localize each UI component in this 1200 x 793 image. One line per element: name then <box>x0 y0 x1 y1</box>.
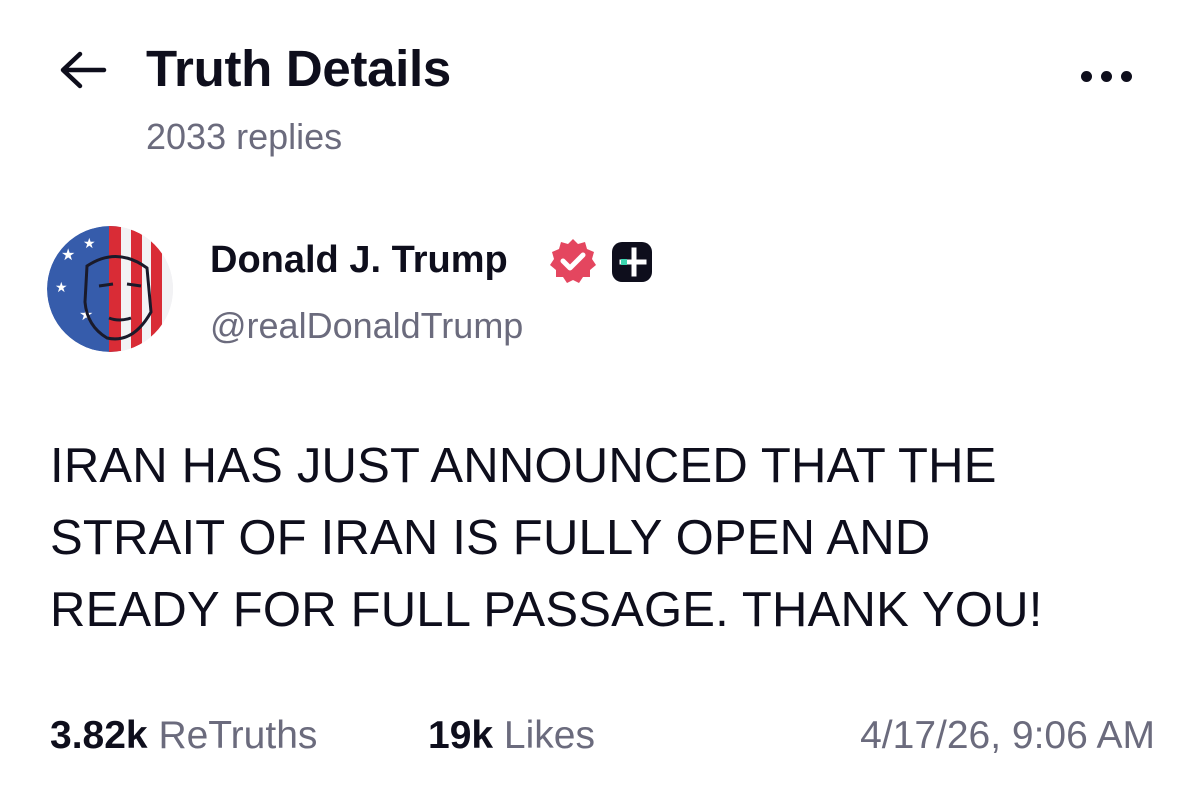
avatar-image: ★ ★ ★ ★ <box>47 226 173 352</box>
reply-count: 2033 replies <box>146 116 343 157</box>
page-title: Truth Details <box>146 40 451 97</box>
ellipsis-dot <box>1120 70 1132 82</box>
author-name[interactable]: Donald J. Trump <box>210 232 508 288</box>
more-options-button[interactable] <box>1066 56 1146 96</box>
arrow-left-icon <box>60 51 107 89</box>
ellipsis-horizontal-icon <box>1080 70 1092 82</box>
svg-text:★: ★ <box>61 245 75 264</box>
retruths-stat[interactable]: 3.82k ReTruths <box>50 708 317 764</box>
post-stats: 3.82k ReTruths 19k Likes 4/17/26, 9:06 A… <box>50 708 1155 764</box>
likes-stat[interactable]: 19k Likes <box>428 708 595 764</box>
post-text: IRAN HAS JUST ANNOUNCED THAT THE STRAIT … <box>50 439 1043 637</box>
back-button[interactable] <box>52 44 114 96</box>
verified-badge-icon <box>550 239 596 283</box>
ellipsis-dot <box>1100 70 1112 82</box>
svg-text:★: ★ <box>55 280 68 296</box>
plus-badge-icon <box>612 242 652 282</box>
svg-text:★: ★ <box>83 236 96 252</box>
likes-count: 19k <box>428 714 494 757</box>
truth-details-page: Truth Details 2033 replies ★ ★ ★ ★ Donal… <box>0 0 1200 793</box>
author-handle[interactable]: @realDonaldTrump <box>210 300 523 352</box>
retruths-count: 3.82k <box>50 714 148 757</box>
post-timestamp: 4/17/26, 9:06 AM <box>860 714 1155 757</box>
avatar[interactable]: ★ ★ ★ ★ <box>47 226 173 352</box>
likes-label: Likes <box>503 714 595 757</box>
retruths-label: ReTruths <box>158 714 318 757</box>
